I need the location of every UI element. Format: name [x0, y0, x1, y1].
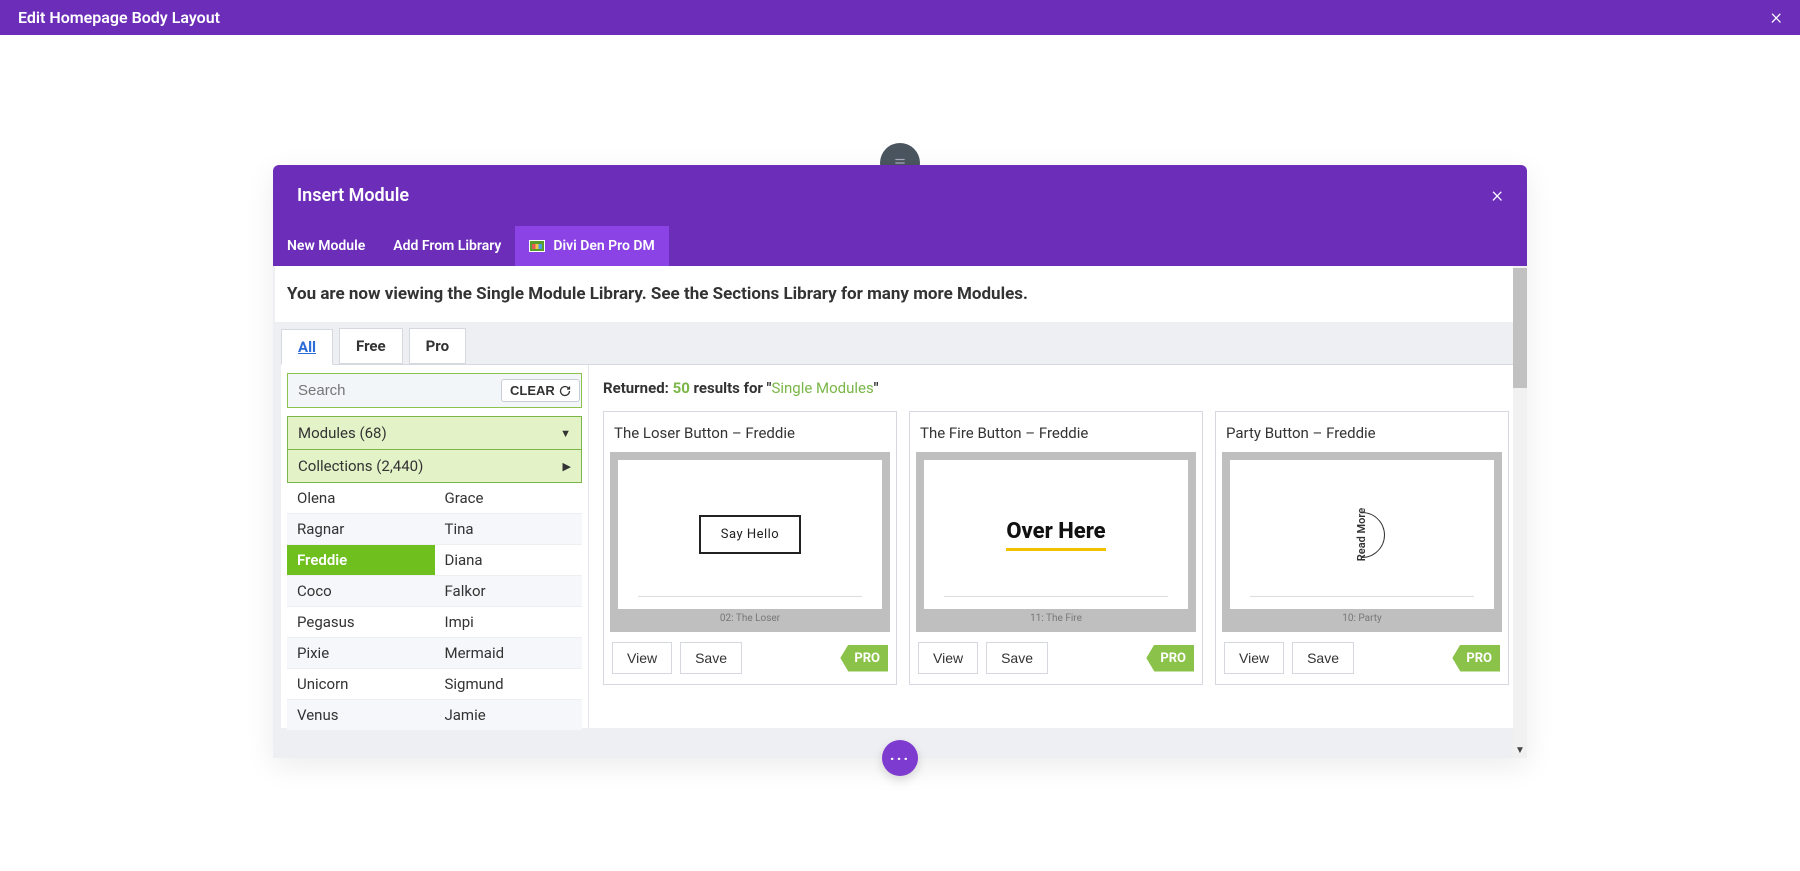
collection-item[interactable]: Ragnar	[287, 514, 435, 545]
pro-badge: PRO	[1452, 645, 1500, 672]
collection-item[interactable]: Jamie	[435, 700, 583, 731]
collection-item[interactable]: Pixie	[287, 638, 435, 669]
refresh-icon	[559, 385, 571, 397]
module-preview: Say Hello 02: The Loser	[610, 452, 890, 632]
returned-name: Single Modules	[771, 379, 873, 397]
view-button[interactable]: View	[1224, 642, 1284, 674]
modal-body: You are now viewing the Single Module Li…	[273, 266, 1527, 758]
library-main: Returned: 50 results for "Single Modules…	[589, 365, 1513, 728]
list-row: Pegasus Impi	[287, 607, 582, 638]
pro-badge: PRO	[1146, 645, 1194, 672]
chevron-right-icon: ▶	[563, 460, 571, 473]
preview-button-label: Over Here	[1006, 519, 1105, 551]
modules-dropdown[interactable]: Modules (68) ▼	[287, 416, 582, 450]
clear-search-button[interactable]: CLEAR	[501, 379, 580, 402]
chevron-down-icon: ▼	[560, 427, 571, 440]
list-row: Pixie Mermaid	[287, 638, 582, 669]
collection-item[interactable]: Impi	[435, 607, 583, 638]
collection-item[interactable]: Mermaid	[435, 638, 583, 669]
module-card-title: The Fire Button – Freddie	[910, 412, 1202, 452]
module-card: The Loser Button – Freddie Say Hello 02:…	[603, 411, 897, 685]
module-cards-row: The Loser Button – Freddie Say Hello 02:…	[603, 411, 1513, 685]
returned-count: 50	[673, 379, 690, 397]
collection-item[interactable]: Grace	[435, 483, 583, 514]
tab-divi-den-label: Divi Den Pro DM	[553, 238, 654, 254]
tab-new-module[interactable]: New Module	[273, 226, 379, 266]
view-button[interactable]: View	[612, 642, 672, 674]
modules-dropdown-label: Modules (68)	[298, 424, 387, 442]
save-button[interactable]: Save	[680, 642, 742, 674]
filter-tab-all[interactable]: All	[281, 329, 333, 365]
module-preview: Read More 10: Party	[1222, 452, 1502, 632]
module-card-title: Party Button – Freddie	[1216, 412, 1508, 452]
list-row: Ragnar Tina	[287, 514, 582, 545]
pro-badge: PRO	[840, 645, 888, 672]
scroll-down-icon[interactable]: ▼	[1513, 743, 1527, 758]
divi-den-icon	[529, 240, 545, 252]
filter-tab-free[interactable]: Free	[339, 328, 403, 364]
view-button[interactable]: View	[918, 642, 978, 674]
collection-item-active[interactable]: Freddie	[287, 545, 435, 576]
collection-item[interactable]: Coco	[287, 576, 435, 607]
price-filter-tabs: All Free Pro	[281, 328, 466, 364]
module-card-title: The Loser Button – Freddie	[604, 412, 896, 452]
collection-item[interactable]: Venus	[287, 700, 435, 731]
module-card: The Fire Button – Freddie Over Here 11: …	[909, 411, 1203, 685]
modal-title: Insert Module	[297, 185, 409, 206]
modal-scrollbar[interactable]: ▼	[1513, 266, 1527, 758]
clear-label: CLEAR	[510, 383, 555, 398]
list-row: Coco Falkor	[287, 576, 582, 607]
preview-button-label: Read More	[1356, 508, 1369, 561]
collection-item[interactable]: Diana	[435, 545, 583, 576]
library-sidebar: CLEAR Modules (68) ▼ Collections (2,440)…	[281, 365, 589, 728]
search-box: CLEAR	[287, 373, 582, 408]
builder-actions-handle[interactable]: ···	[882, 740, 918, 776]
returned-label: Returned:	[603, 379, 669, 397]
collections-dropdown-label: Collections (2,440)	[298, 457, 423, 475]
list-row: Venus Jamie	[287, 700, 582, 731]
page-top-bar: Edit Homepage Body Layout ×	[0, 0, 1800, 35]
list-row: Olena Grace	[287, 483, 582, 514]
preview-caption: 10: Party	[1230, 609, 1494, 624]
scrollbar-thumb[interactable]	[1513, 268, 1527, 388]
collection-item[interactable]: Tina	[435, 514, 583, 545]
collection-item[interactable]: Sigmund	[435, 669, 583, 700]
list-row: Freddie Diana	[287, 545, 582, 576]
quote-close: "	[874, 379, 879, 397]
modal-close-icon[interactable]: ×	[1491, 183, 1503, 208]
module-preview: Over Here 11: The Fire	[916, 452, 1196, 632]
filter-tab-pro[interactable]: Pro	[409, 328, 466, 364]
modal-tabs: New Module Add From Library Divi Den Pro…	[273, 226, 1527, 266]
results-summary: Returned: 50 results for "Single Modules…	[603, 379, 1513, 397]
list-row: Unicorn Sigmund	[287, 669, 582, 700]
insert-module-modal: Insert Module × New Module Add From Libr…	[273, 165, 1527, 758]
page-close-icon[interactable]: ×	[1770, 5, 1782, 30]
save-button[interactable]: Save	[986, 642, 1048, 674]
preview-caption: 02: The Loser	[618, 609, 882, 624]
search-input[interactable]	[294, 379, 501, 402]
collection-item[interactable]: Olena	[287, 483, 435, 514]
module-card: Party Button – Freddie Read More 10:	[1215, 411, 1509, 685]
collections-list: Olena Grace Ragnar Tina Freddie Diana	[287, 483, 582, 731]
tab-add-from-library[interactable]: Add From Library	[379, 226, 515, 266]
collections-dropdown[interactable]: Collections (2,440) ▶	[287, 450, 582, 483]
preview-button-label: Say Hello	[699, 515, 801, 554]
library-info-banner: You are now viewing the Single Module Li…	[275, 266, 1513, 322]
preview-caption: 11: The Fire	[924, 609, 1188, 624]
page-title: Edit Homepage Body Layout	[18, 8, 220, 27]
returned-mid: results for	[694, 379, 763, 397]
tab-divi-den-pro[interactable]: Divi Den Pro DM	[515, 226, 668, 266]
save-button[interactable]: Save	[1292, 642, 1354, 674]
collection-item[interactable]: Pegasus	[287, 607, 435, 638]
read-more-graphic: Read More	[1338, 511, 1386, 559]
collection-item[interactable]: Unicorn	[287, 669, 435, 700]
modal-header: Insert Module ×	[273, 165, 1527, 226]
collection-item[interactable]: Falkor	[435, 576, 583, 607]
